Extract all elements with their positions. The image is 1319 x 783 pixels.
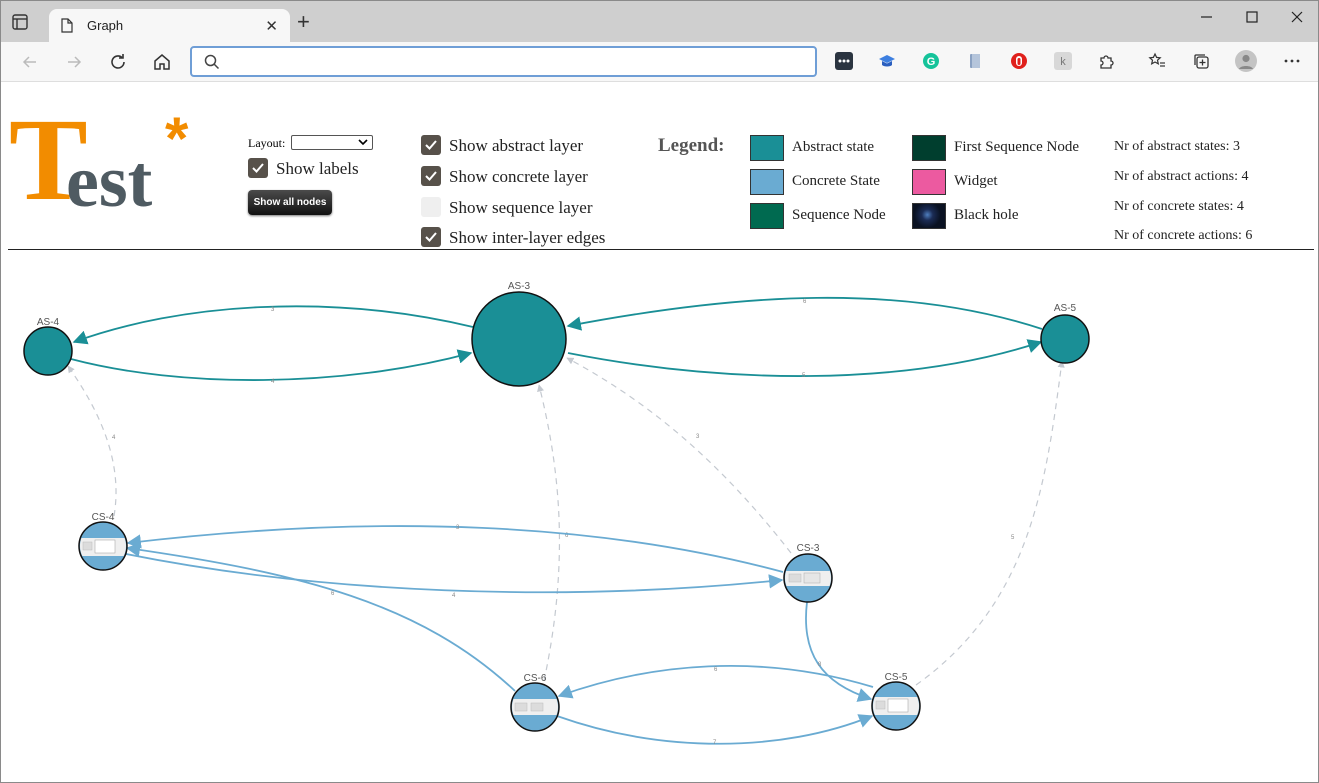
tab-title: Graph <box>87 18 124 33</box>
new-tab-icon[interactable]: + <box>297 11 310 33</box>
browser-window: Graph ✕ + G k T est * Layout: Show label… <box>0 0 1319 783</box>
node-label: AS-4 <box>37 317 60 328</box>
node-label: CS-3 <box>797 543 820 554</box>
close-tab-icon[interactable]: ✕ <box>265 17 278 35</box>
minimize-icon[interactable] <box>1197 9 1217 25</box>
page-icon <box>61 18 73 38</box>
page-content: Test * Layout: Show labels Show all nodes… <box>1 83 1319 783</box>
state-graph[interactable]: 4 6 3 5 3 4 6 5 3 4 6 8 6 7 AS-4 AS-3 AS… <box>1 83 1319 783</box>
concrete-edge[interactable] <box>125 553 784 594</box>
browser-toolbar: G k <box>1 42 1318 82</box>
profile-avatar[interactable] <box>1235 50 1257 72</box>
edge-label: 6 <box>803 299 807 305</box>
node-label: CS-6 <box>524 673 547 684</box>
screenshot-thumbnail <box>80 538 126 556</box>
inter-layer-edge[interactable] <box>566 357 792 554</box>
tab-strip: Graph ✕ + <box>1 1 1318 42</box>
inter-layer-edge[interactable] <box>67 365 117 517</box>
search-icon <box>204 54 220 75</box>
edge-label: 3 <box>271 307 275 313</box>
concrete-node-cs-4[interactable]: CS-4 <box>78 512 128 571</box>
edge-label: 3 <box>696 434 700 440</box>
concrete-edge[interactable] <box>125 542 516 692</box>
abstract-edge[interactable] <box>70 349 473 381</box>
abstract-edge[interactable] <box>567 339 1043 377</box>
forward-icon[interactable] <box>64 52 84 72</box>
edge-label: 5 <box>1011 535 1015 541</box>
grammarly-extension-icon[interactable]: G <box>922 52 940 70</box>
book-extension-icon[interactable] <box>966 52 984 70</box>
password-extension-icon[interactable] <box>835 52 853 70</box>
edge-label: 6 <box>331 591 335 597</box>
k-extension-icon[interactable]: k <box>1054 52 1072 70</box>
concrete-node-cs-5[interactable]: CS-5 <box>871 672 921 731</box>
screenshot-thumbnail <box>512 699 558 715</box>
screenshot-thumbnail <box>785 571 831 586</box>
favorites-icon[interactable] <box>1148 52 1166 70</box>
edge-label: 3 <box>456 525 460 531</box>
maximize-icon[interactable] <box>1242 9 1262 25</box>
refresh-icon[interactable] <box>108 52 128 72</box>
address-input[interactable] <box>228 51 798 73</box>
graduation-cap-extension-icon[interactable] <box>878 52 896 70</box>
svg-text:k: k <box>1060 56 1066 68</box>
address-bar[interactable] <box>190 46 817 77</box>
inter-layer-edge[interactable] <box>915 360 1065 686</box>
active-tab[interactable]: Graph ✕ <box>49 9 290 42</box>
back-icon[interactable] <box>20 52 40 72</box>
screenshot-thumbnail <box>873 697 919 715</box>
edge-label: 4 <box>112 435 116 441</box>
abstract-node-as-3[interactable]: AS-3 <box>471 281 567 387</box>
concrete-node-cs-3[interactable]: CS-3 <box>783 543 833 603</box>
home-icon[interactable] <box>152 52 172 72</box>
node-label: AS-3 <box>508 281 531 292</box>
svg-text:G: G <box>927 56 936 68</box>
edge-label: 4 <box>452 593 456 599</box>
abstract-node-as-5[interactable]: AS-5 <box>1040 303 1090 364</box>
abstract-node-as-4[interactable]: AS-4 <box>23 317 73 376</box>
edge-label: 6 <box>714 667 718 673</box>
close-window-icon[interactable] <box>1287 9 1307 25</box>
shield-extension-icon[interactable] <box>1010 52 1028 70</box>
extensions-puzzle-icon[interactable] <box>1098 52 1116 70</box>
more-menu-icon[interactable] <box>1283 52 1301 70</box>
collections-icon[interactable] <box>1192 52 1210 70</box>
node-label: CS-5 <box>885 672 908 683</box>
tab-actions-icon[interactable] <box>11 13 29 31</box>
node-label: CS-4 <box>92 512 115 523</box>
node-label: AS-5 <box>1054 303 1077 314</box>
concrete-node-cs-6[interactable]: CS-6 <box>510 673 560 732</box>
